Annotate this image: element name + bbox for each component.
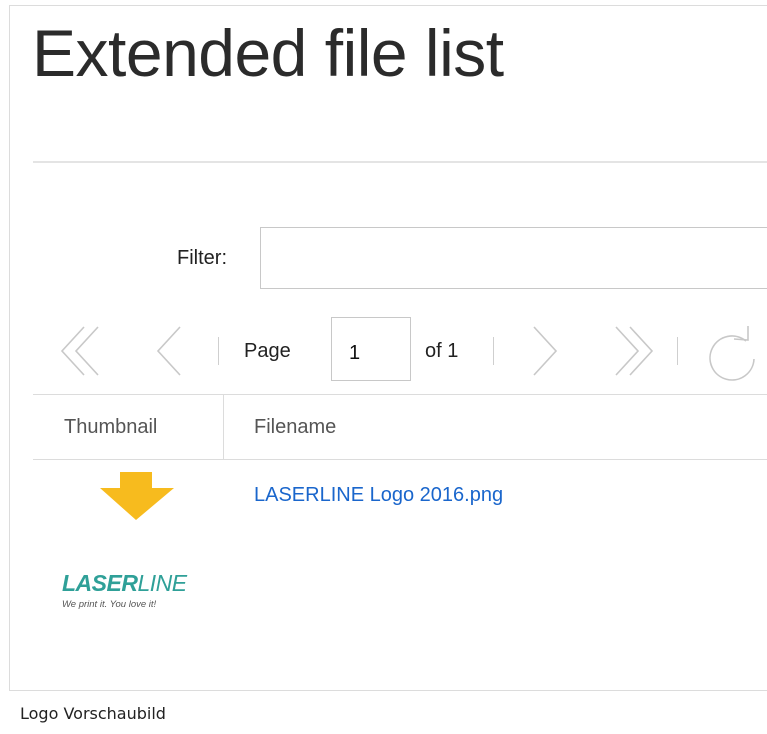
thumbnail-image[interactable]: LASERLINE We print it. You love it! — [62, 570, 187, 611]
filter-input[interactable] — [260, 227, 767, 289]
double-chevron-left-icon[interactable] — [58, 323, 108, 379]
pager-separator — [493, 337, 494, 365]
pagination-toolbar: Page of 1 — [0, 313, 767, 393]
image-caption: Logo Vorschaubild — [20, 704, 166, 723]
arrow-down-icon — [100, 472, 174, 520]
column-header-thumbnail[interactable]: Thumbnail — [64, 416, 157, 439]
chevron-right-icon[interactable] — [528, 323, 562, 379]
column-header-filename[interactable]: Filename — [254, 416, 336, 439]
pager-separator — [218, 337, 219, 365]
brand-logo: LASERLINE — [62, 570, 187, 596]
page-number-input[interactable] — [331, 317, 411, 381]
caption-divider — [9, 690, 767, 691]
brand-tagline: We print it. You love it! — [62, 599, 157, 610]
chevron-left-icon[interactable] — [152, 323, 186, 379]
column-divider — [223, 395, 224, 459]
double-chevron-right-icon[interactable] — [606, 323, 656, 379]
page-title: Extended file list — [32, 16, 504, 90]
title-separator — [33, 161, 767, 163]
pager-separator — [677, 337, 678, 365]
filename-link[interactable]: LASERLINE Logo 2016.png — [254, 484, 503, 507]
page-label: Page — [244, 340, 291, 362]
page-count-label: of 1 — [425, 340, 459, 362]
filter-label: Filter: — [177, 247, 227, 269]
table-header-top-border — [33, 394, 767, 395]
refresh-icon[interactable] — [700, 323, 760, 383]
table-header-bottom-border — [33, 459, 767, 460]
